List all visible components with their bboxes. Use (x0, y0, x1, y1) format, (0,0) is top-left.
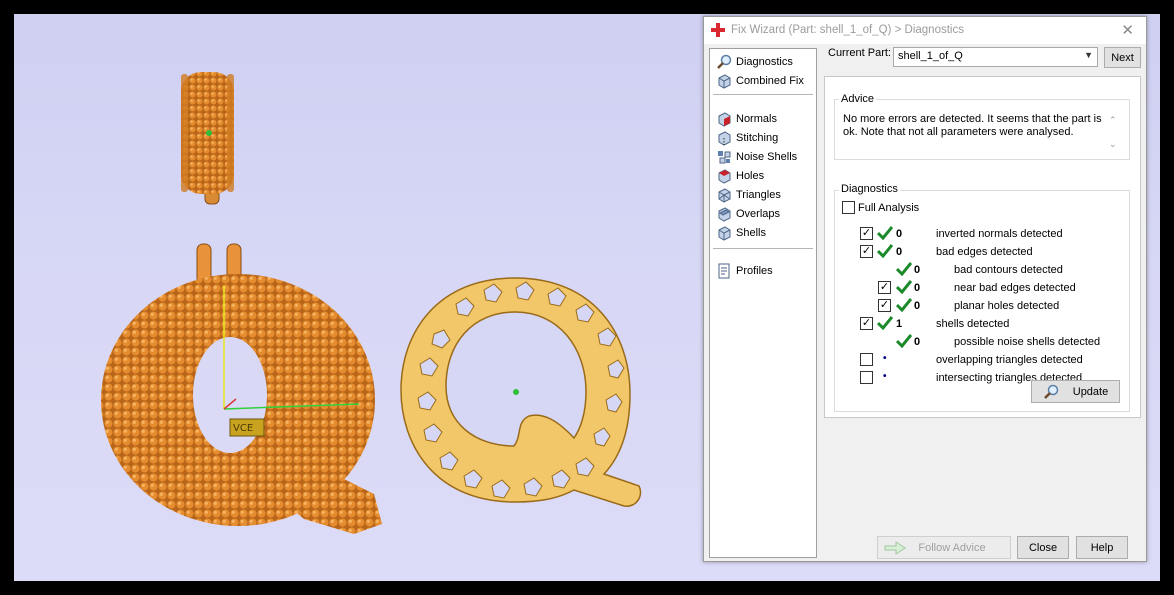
update-button[interactable]: Update (1031, 380, 1120, 403)
ring-pendant-object[interactable] (181, 72, 234, 205)
next-button[interactable]: Next (1104, 47, 1141, 68)
green-check-icon (877, 316, 893, 330)
holes-icon (718, 169, 731, 184)
normals-icon (718, 112, 731, 127)
shells-checkbox[interactable]: ✓ (860, 317, 873, 330)
follow-advice-label: Follow Advice (918, 541, 986, 554)
dialog-title: Fix Wizard (Part: shell_1_of_Q) > Diagno… (731, 24, 964, 36)
sidebar-item-label: Overlaps (736, 208, 781, 220)
near-bad-edges-label: near bad edges detected (954, 282, 1076, 294)
inverted-normals-count: 0 (896, 228, 903, 240)
current-part-select[interactable]: shell_1_of_Q ▼ (893, 47, 1098, 67)
sidebar-item-stitching[interactable]: Stitching (716, 129, 778, 147)
sidebar-item-holes[interactable]: Holes (716, 167, 764, 185)
green-check-icon (877, 226, 893, 240)
bad-edges-label: bad edges detected (936, 246, 1033, 258)
dialog-titlebar[interactable]: Fix Wizard (Part: shell_1_of_Q) > Diagno… (704, 17, 1146, 44)
follow-advice-button[interactable]: Follow Advice (877, 536, 1011, 559)
green-check-icon (896, 280, 912, 294)
magnifier-icon (1043, 384, 1058, 399)
near-bad-edges-count: 0 (914, 282, 921, 294)
intersecting-triangles-status: • (883, 371, 887, 382)
sidebar-item-label: Normals (736, 113, 777, 125)
near-bad-edges-checkbox[interactable]: ✓ (878, 281, 891, 294)
close-button[interactable]: Close (1017, 536, 1069, 559)
green-check-icon (896, 262, 912, 276)
shells-icon (718, 226, 731, 241)
current-part-label: Current Part: (828, 47, 891, 59)
sidebar-item-label: Combined Fix (736, 75, 804, 87)
bad-edges-count: 0 (896, 246, 903, 258)
sidebar-item-label: Diagnostics (736, 56, 793, 68)
close-icon[interactable]: ✕ (1121, 21, 1134, 39)
red-cross-icon (711, 23, 725, 37)
full-analysis-checkbox[interactable] (842, 201, 855, 214)
sidebar-item-normals[interactable]: Normals (716, 110, 777, 128)
planar-holes-count: 0 (914, 300, 921, 312)
sidebar-item-label: Holes (736, 170, 765, 182)
viewport-label-tag: VCE (233, 423, 253, 434)
planar-holes-label: planar holes detected (954, 300, 1060, 312)
overlapping-triangles-label: overlapping triangles detected (936, 354, 1083, 366)
bad-contours-count: 0 (914, 264, 921, 276)
openwork-q-object[interactable] (400, 277, 642, 507)
sidebar-item-label: Stitching (736, 132, 779, 144)
advice-title: Advice (839, 93, 877, 105)
overlapping-triangles-status: • (883, 353, 887, 364)
sidebar-item-diagnostics[interactable]: Diagnostics (716, 53, 793, 71)
arrow-right-icon (884, 541, 906, 555)
bad-contours-label: bad contours detected (954, 264, 1063, 276)
inverted-normals-checkbox[interactable]: ✓ (860, 227, 873, 240)
stitching-icon (718, 131, 731, 146)
sidebar-item-combined-fix[interactable]: Combined Fix (716, 72, 804, 90)
sidebar-item-noise-shells[interactable]: Noise Shells (716, 148, 797, 166)
sidebar-item-profiles[interactable]: Profiles (716, 262, 773, 280)
overlaps-icon (718, 207, 731, 222)
noise-shells-count: 0 (914, 336, 921, 348)
sidebar-divider (713, 94, 813, 95)
combined-fix-icon (718, 74, 731, 89)
scroll-down-icon[interactable]: ⌄ (1109, 139, 1117, 150)
beaded-q-object[interactable]: VCE (94, 243, 394, 539)
planar-holes-checkbox[interactable]: ✓ (878, 299, 891, 312)
update-button-label: Update (1072, 385, 1109, 398)
diagnostics-panel: Advice No more errors are detected. It s… (824, 76, 1141, 418)
triangles-icon (718, 188, 731, 203)
chevron-down-icon[interactable]: ▼ (1084, 50, 1093, 60)
noise-shells-label: possible noise shells detected (954, 336, 1101, 348)
green-check-icon (877, 244, 893, 258)
sidebar-item-label: Profiles (736, 265, 773, 277)
fix-wizard-dialog: Fix Wizard (Part: shell_1_of_Q) > Diagno… (703, 16, 1147, 562)
sidebar-item-overlaps[interactable]: Overlaps (716, 205, 780, 223)
shells-count: 1 (896, 318, 903, 330)
profiles-icon (718, 263, 730, 279)
advice-text: No more errors are detected. It seems th… (843, 113, 1102, 138)
help-button[interactable]: Help (1076, 536, 1128, 559)
wizard-sidebar: Diagnostics Combined Fix Normals Stitchi… (709, 48, 817, 558)
sidebar-item-shells[interactable]: Shells (716, 224, 766, 242)
green-check-icon (896, 334, 912, 348)
diagnostics-title: Diagnostics (839, 183, 900, 195)
shells-label: shells detected (936, 318, 1010, 330)
magnifier-icon (717, 54, 732, 69)
bad-edges-checkbox[interactable]: ✓ (860, 245, 873, 258)
sidebar-divider (713, 248, 813, 249)
sidebar-item-label: Triangles (736, 189, 781, 201)
sidebar-item-label: Shells (736, 227, 766, 239)
full-analysis-label: Full Analysis (858, 202, 920, 214)
scroll-up-icon[interactable]: ⌃ (1109, 115, 1117, 126)
overlapping-triangles-checkbox[interactable] (860, 353, 873, 366)
noise-shells-icon (718, 151, 731, 164)
inverted-normals-label: inverted normals detected (936, 228, 1063, 240)
intersecting-triangles-checkbox[interactable] (860, 371, 873, 384)
sidebar-item-triangles[interactable]: Triangles (716, 186, 781, 204)
green-check-icon (896, 298, 912, 312)
sidebar-item-label: Noise Shells (736, 151, 798, 163)
current-part-value: shell_1_of_Q (898, 50, 963, 62)
